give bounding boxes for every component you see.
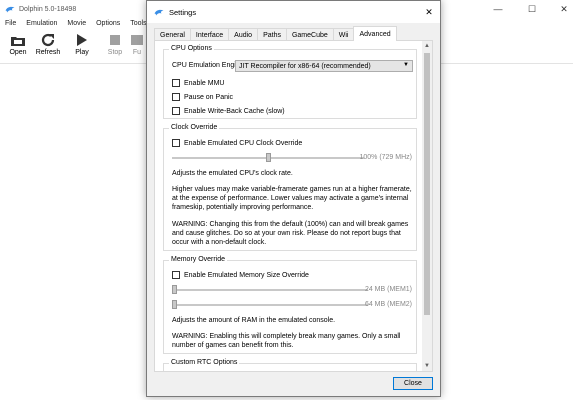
- scroll-down-icon[interactable]: ▼: [422, 361, 432, 371]
- pause-on-panic-checkbox[interactable]: Pause on Panic: [172, 93, 233, 101]
- memory-override-group: Memory Override Enable Emulated Memory S…: [163, 256, 417, 354]
- maximize-button[interactable]: ☐: [521, 0, 543, 18]
- folder-icon: [9, 32, 27, 48]
- rtc-options-title: Custom RTC Options: [169, 359, 240, 366]
- enable-mmu-checkbox[interactable]: Enable MMU: [172, 79, 224, 87]
- enable-mmu-label: Enable MMU: [184, 79, 225, 87]
- menu-options[interactable]: Options: [91, 20, 125, 27]
- cpu-options-title: CPU Options: [169, 45, 214, 52]
- window-close-button[interactable]: ✕: [553, 0, 573, 18]
- fullscreen-icon: [128, 32, 146, 48]
- chevron-down-icon: ▼: [403, 62, 409, 68]
- dialog-close-x-button[interactable]: ✕: [422, 5, 436, 19]
- clock-override-checkbox[interactable]: Enable Emulated CPU Clock Override: [172, 139, 302, 147]
- mem1-slider-thumb[interactable]: [172, 285, 177, 294]
- mem2-slider-thumb[interactable]: [172, 300, 177, 309]
- minimize-icon: —: [493, 4, 503, 14]
- memory-override-checkbox[interactable]: Enable Emulated Memory Size Override: [172, 271, 309, 279]
- clock-override-group: Clock Override Enable Emulated CPU Clock…: [163, 124, 417, 251]
- mem1-slider-track[interactable]: [172, 289, 368, 291]
- menu-emulation[interactable]: Emulation: [21, 20, 62, 27]
- clock-desc-1: Adjusts the emulated CPU's clock rate.: [172, 170, 293, 177]
- tab-advanced[interactable]: Advanced: [353, 26, 397, 41]
- memory-override-label: Enable Emulated Memory Size Override: [184, 271, 309, 279]
- clock-override-title: Clock Override: [169, 124, 220, 131]
- open-label: Open: [9, 49, 27, 56]
- mem2-slider-value: 64 MB (MEM2): [364, 301, 412, 308]
- pause-on-panic-label: Pause on Panic: [184, 93, 234, 101]
- cpu-engine-select[interactable]: JIT Recompiler for x86-64 (recommended) …: [235, 60, 413, 72]
- refresh-icon: [39, 32, 57, 48]
- close-button[interactable]: Close: [393, 377, 433, 390]
- dolphin-logo-icon: [154, 9, 164, 15]
- settings-tabs: General Interface Audio Paths GameCube W…: [154, 26, 397, 41]
- menu-file[interactable]: File: [0, 20, 21, 27]
- settings-dialog: Settings ✕ General Interface Audio Paths…: [146, 0, 441, 397]
- minimize-button[interactable]: —: [487, 0, 509, 18]
- dolphin-logo-icon: [5, 6, 15, 12]
- stop-icon: [106, 32, 124, 48]
- play-icon: [73, 32, 91, 48]
- checkbox-box: [172, 107, 180, 115]
- refresh-label: Refresh: [35, 49, 61, 56]
- fullscreen-label: Fu: [132, 49, 142, 56]
- memory-desc-1: Adjusts the amount of RAM in the emulate…: [172, 317, 336, 324]
- close-icon: ✕: [560, 3, 568, 14]
- memory-desc-2: WARNING: Enabling this will completely b…: [172, 333, 401, 349]
- cpu-options-group: CPU Options CPU Emulation Engine: JIT Re…: [163, 45, 417, 119]
- scroll-content: CPU Options CPU Emulation Engine: JIT Re…: [155, 41, 423, 371]
- main-window-title: Dolphin 5.0-18498: [19, 5, 77, 13]
- refresh-button[interactable]: Refresh: [33, 32, 63, 56]
- close-icon: ✕: [425, 6, 433, 17]
- advanced-panel: CPU Options CPU Emulation Engine: JIT Re…: [154, 40, 433, 372]
- stop-button[interactable]: Stop: [100, 32, 130, 56]
- menu-movie[interactable]: Movie: [62, 20, 91, 27]
- rtc-options-group: Custom RTC Options: [163, 359, 417, 371]
- stop-label: Stop: [107, 49, 123, 56]
- checkbox-box: [172, 93, 180, 101]
- write-back-cache-label: Enable Write-Back Cache (slow): [184, 107, 285, 115]
- fullscreen-button[interactable]: Fu: [128, 32, 146, 56]
- mem2-slider-track[interactable]: [172, 304, 368, 306]
- memory-override-title: Memory Override: [169, 256, 228, 263]
- dialog-title: Settings: [169, 7, 197, 17]
- scroll-thumb[interactable]: [424, 53, 430, 315]
- play-label: Play: [75, 49, 89, 56]
- vertical-scrollbar[interactable]: ▲ ▼: [422, 41, 432, 371]
- mem1-slider-value: 24 MB (MEM1): [364, 286, 412, 293]
- clock-slider-value: 100% (729 MHz): [359, 154, 412, 161]
- open-button[interactable]: Open: [3, 32, 33, 56]
- play-button[interactable]: Play: [67, 32, 97, 56]
- dialog-titlebar: Settings ✕: [147, 1, 440, 23]
- write-back-cache-checkbox[interactable]: Enable Write-Back Cache (slow): [172, 107, 285, 115]
- cpu-engine-value: JIT Recompiler for x86-64 (recommended): [239, 62, 371, 70]
- checkbox-box: [172, 139, 180, 147]
- clock-desc-3: WARNING: Changing this from the default …: [172, 221, 409, 246]
- scroll-up-icon[interactable]: ▲: [422, 41, 432, 51]
- maximize-icon: ☐: [527, 3, 537, 14]
- clock-slider-thumb[interactable]: [265, 153, 271, 162]
- clock-desc-2: Higher values may make variable-framerat…: [172, 186, 412, 211]
- checkbox-box: [172, 271, 180, 279]
- clock-override-label: Enable Emulated CPU Clock Override: [184, 139, 303, 147]
- checkbox-box: [172, 79, 180, 87]
